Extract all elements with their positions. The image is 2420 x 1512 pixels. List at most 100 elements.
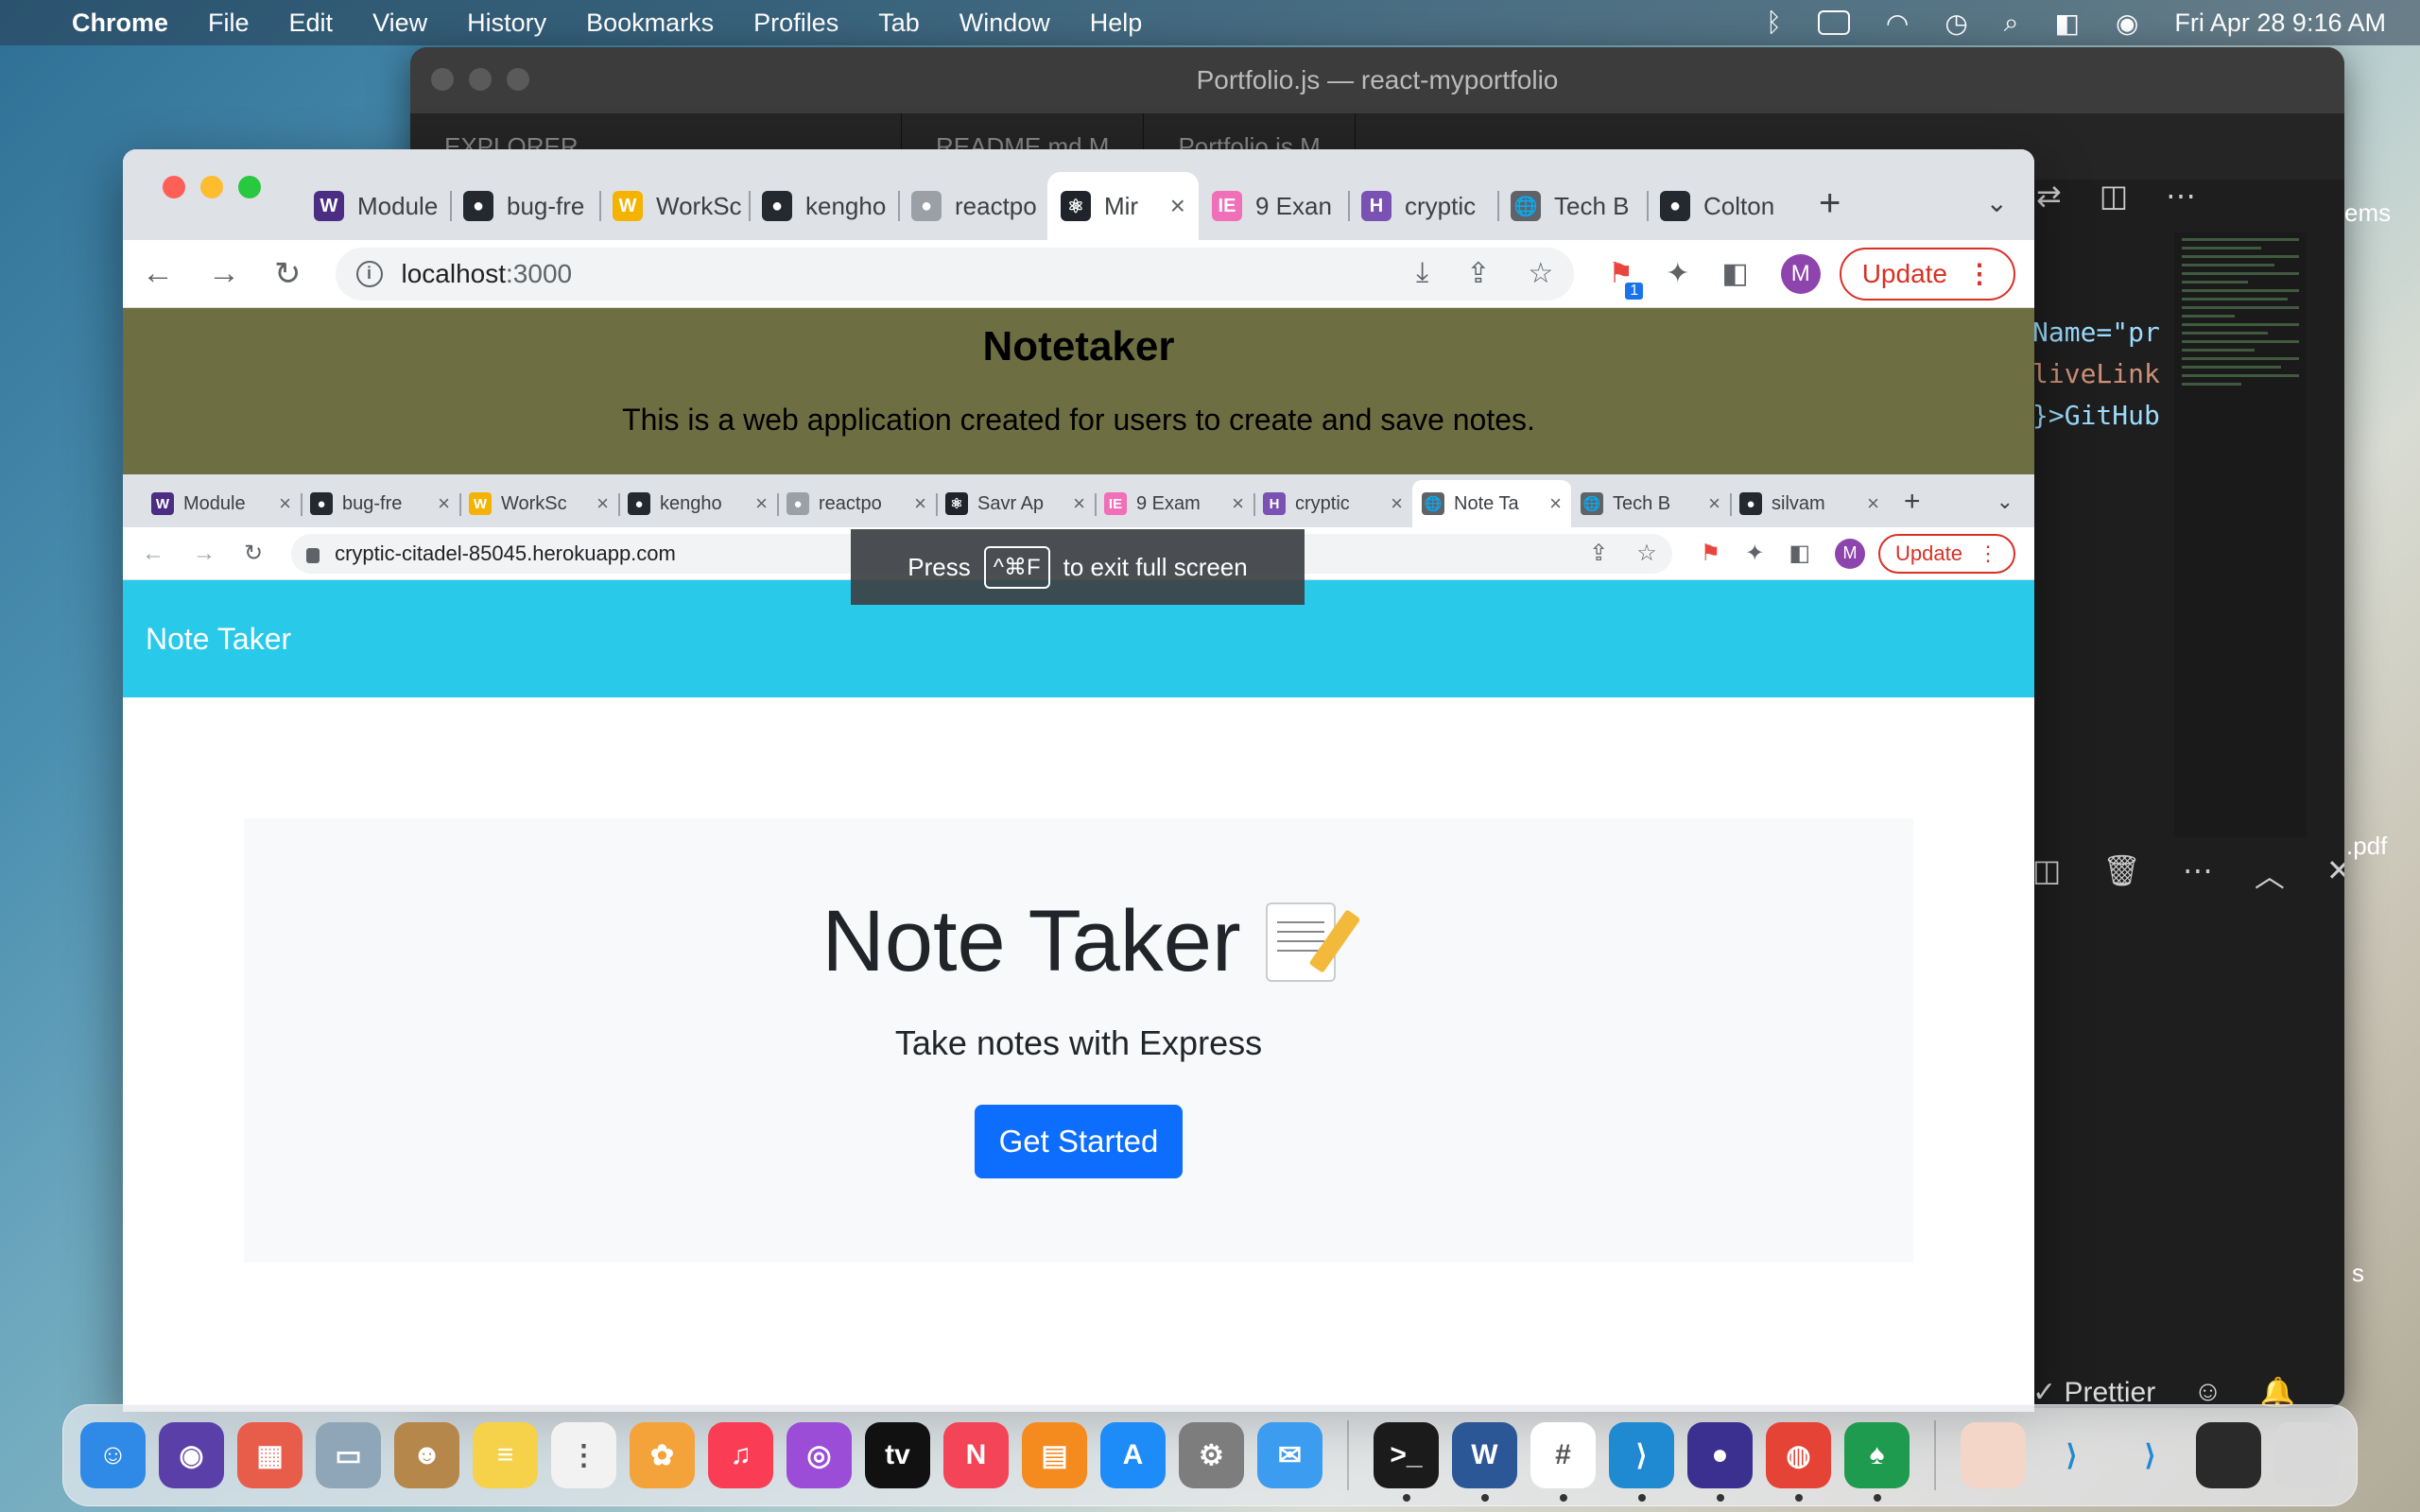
navbar-brand[interactable]: Note Taker <box>146 622 291 657</box>
tab-active[interactable]: 🌐 Note Ta × <box>1412 480 1571 527</box>
menu-view[interactable]: View <box>372 9 427 38</box>
site-info-icon[interactable]: i <box>355 260 383 287</box>
feedback-icon[interactable]: ☺ <box>2193 1376 2222 1408</box>
extensions-puzzle-icon[interactable]: ✦ <box>1666 257 1689 290</box>
tab-item[interactable]: 🌐 Tech B × <box>1571 480 1730 527</box>
dock-tv-icon[interactable]: tv <box>865 1422 930 1488</box>
back-button[interactable]: ← <box>142 255 174 292</box>
extension-icon[interactable]: ⚑ 1 <box>1608 257 1644 300</box>
dock-chrome-icon[interactable]: ◍ <box>1765 1422 1831 1502</box>
new-tab-button[interactable]: + <box>1819 182 1841 225</box>
tab-close-icon[interactable]: × <box>755 491 768 516</box>
dock-terminal-icon[interactable]: >_ <box>1373 1422 1439 1502</box>
tab-close-icon[interactable]: × <box>279 491 291 516</box>
lock-icon[interactable] <box>306 547 320 563</box>
prettier-status[interactable]: ✓ Prettier <box>2032 1376 2155 1408</box>
more-icon[interactable]: ⋯ <box>2183 852 2213 896</box>
tab-item[interactable]: IE 9 Exam × <box>1095 480 1253 527</box>
get-started-button[interactable]: Get Started <box>974 1105 1184 1178</box>
dock-notes-icon[interactable]: ≡ <box>473 1422 538 1488</box>
menu-profiles[interactable]: Profiles <box>753 9 838 38</box>
tab-item[interactable]: W WorkSc <box>599 172 749 240</box>
tab-item[interactable]: ● bug-fre <box>450 172 599 240</box>
split-terminal-icon[interactable]: ◫ <box>2032 852 2061 896</box>
menu-edit[interactable]: Edit <box>289 9 334 38</box>
compare-icon[interactable]: ⇄ <box>2036 178 2062 214</box>
tab-item[interactable]: IE 9 Exan <box>1199 172 1348 240</box>
share-icon[interactable]: ⇪ <box>1466 257 1490 290</box>
dock-siri-icon[interactable]: ◉ <box>159 1422 224 1488</box>
extensions-puzzle-icon[interactable]: ✦ <box>1745 540 1764 567</box>
tab-item[interactable]: ● reactpo <box>898 172 1047 240</box>
dock-preview-icon[interactable]: ▭ <box>316 1422 381 1488</box>
tab-close-icon[interactable]: × <box>914 491 926 516</box>
tab-item[interactable]: W Module <box>301 172 450 240</box>
dock-app-store-icon[interactable]: A <box>1100 1422 1166 1488</box>
dock-contacts-icon[interactable]: ☻ <box>394 1422 459 1488</box>
dock-reminders-icon[interactable]: ⋮ <box>551 1422 616 1488</box>
dock-news-icon[interactable]: N <box>943 1422 1009 1488</box>
tab-item[interactable]: Hcryptic × <box>1253 480 1412 527</box>
tab-item[interactable]: ● kengho <box>749 172 898 240</box>
reload-button[interactable]: ↻ <box>274 255 302 293</box>
dock-word-icon[interactable]: W <box>1451 1422 1517 1502</box>
tab-item[interactable]: Hcryptic <box>1348 172 1497 240</box>
inner-forward-button[interactable]: → <box>193 541 216 567</box>
tab-item[interactable]: ● Colton <box>1647 172 1796 240</box>
menu-bookmarks[interactable]: Bookmarks <box>586 9 714 38</box>
tab-item[interactable]: ● silvam × <box>1730 480 1889 527</box>
more-actions-icon[interactable]: ⋯ <box>2166 178 2196 214</box>
zoom-window-button[interactable] <box>238 176 261 198</box>
vscode-minimap[interactable] <box>2174 232 2307 837</box>
inner-update-button[interactable]: Update ⋮ <box>1878 533 2015 574</box>
dock-system-preferences-icon[interactable]: ⚙ <box>1179 1422 1244 1488</box>
tab-active[interactable]: ⚛ Mir × <box>1047 172 1199 240</box>
forward-button[interactable]: → <box>208 255 240 292</box>
menu-window[interactable]: Window <box>959 9 1050 38</box>
dock-screenshot-stack-icon[interactable] <box>2195 1422 2261 1488</box>
tab-item[interactable]: ● bug-fre × <box>301 480 459 527</box>
tab-item[interactable]: ● reactpo × <box>777 480 936 527</box>
bookmark-star-icon[interactable]: ☆ <box>1636 540 1657 567</box>
inner-profile-avatar[interactable]: M <box>1835 538 1866 569</box>
minimize-window-button[interactable] <box>200 176 223 198</box>
side-panel-icon[interactable]: ◧ <box>1789 540 1810 567</box>
inner-back-button[interactable]: ← <box>142 541 164 567</box>
bookmark-star-icon[interactable]: ☆ <box>1528 257 1553 290</box>
trash-icon[interactable]: 🗑 <box>2102 852 2141 896</box>
dock-mail-icon[interactable]: ✉ <box>1257 1422 1322 1488</box>
dock-vscode-icon[interactable]: ⟩ <box>1608 1422 1674 1502</box>
dock-vscode-window-icon[interactable]: ⟩ <box>2118 1422 2183 1488</box>
dock-vscode-window-icon[interactable]: ⟩ <box>2039 1422 2104 1488</box>
dock-books-icon[interactable]: ▤ <box>1022 1422 1087 1488</box>
tab-close-icon[interactable]: × <box>1170 191 1185 221</box>
dock-podcasts-icon[interactable]: ◎ <box>786 1422 852 1488</box>
tab-close-icon[interactable]: × <box>1708 491 1720 516</box>
dock-launchpad-icon[interactable]: ▦ <box>237 1422 302 1488</box>
tab-close-icon[interactable]: × <box>596 491 609 516</box>
time-machine-icon[interactable]: ◷ <box>1945 8 1967 39</box>
side-panel-icon[interactable]: ◧ <box>1721 257 1748 290</box>
address-bar[interactable]: i localhost:3000 ⤓ ⇪ ☆ <box>335 247 1575 301</box>
inner-tab-search-chevron-icon[interactable]: ⌄ <box>1996 490 2014 514</box>
tab-item[interactable]: 🌐 Tech B <box>1497 172 1647 240</box>
tab-close-icon[interactable]: × <box>438 491 450 516</box>
tab-search-chevron-icon[interactable]: ⌄ <box>1986 187 2008 218</box>
menu-history[interactable]: History <box>467 9 546 38</box>
spotlight-search-icon[interactable]: ⌕ <box>2004 8 2019 39</box>
dock-slack-icon[interactable]: # <box>1530 1422 1596 1502</box>
dock-nightowl-icon[interactable]: ● <box>1686 1422 1753 1502</box>
bluetooth-icon[interactable]: ᛒ <box>1766 8 1782 38</box>
tab-close-icon[interactable]: × <box>1073 491 1085 516</box>
menu-file[interactable]: File <box>208 9 250 38</box>
wifi-icon[interactable]: ◠ <box>1886 8 1909 39</box>
chevron-up-icon[interactable]: ︿ <box>2255 852 2285 896</box>
tab-item[interactable]: ● kengho × <box>618 480 777 527</box>
tab-close-icon[interactable]: × <box>1867 491 1879 516</box>
inner-new-tab-button[interactable]: + <box>1904 486 1921 518</box>
share-icon[interactable]: ⇪ <box>1589 540 1608 567</box>
tab-item[interactable]: W WorkSc × <box>459 480 618 527</box>
tab-close-icon[interactable]: × <box>1391 491 1403 516</box>
tab-close-icon[interactable]: × <box>1232 491 1244 516</box>
install-app-icon[interactable]: ⤓ <box>1416 257 1428 290</box>
